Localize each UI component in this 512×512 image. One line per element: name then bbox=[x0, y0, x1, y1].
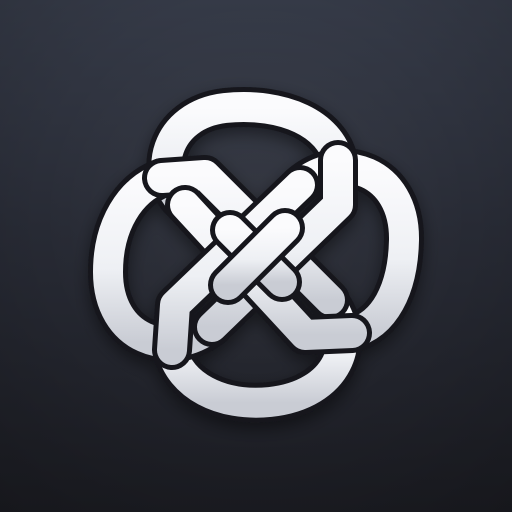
app-icon bbox=[0, 0, 512, 512]
celtic-knot-svg bbox=[88, 87, 425, 423]
celtic-knot-icon bbox=[0, 0, 512, 512]
